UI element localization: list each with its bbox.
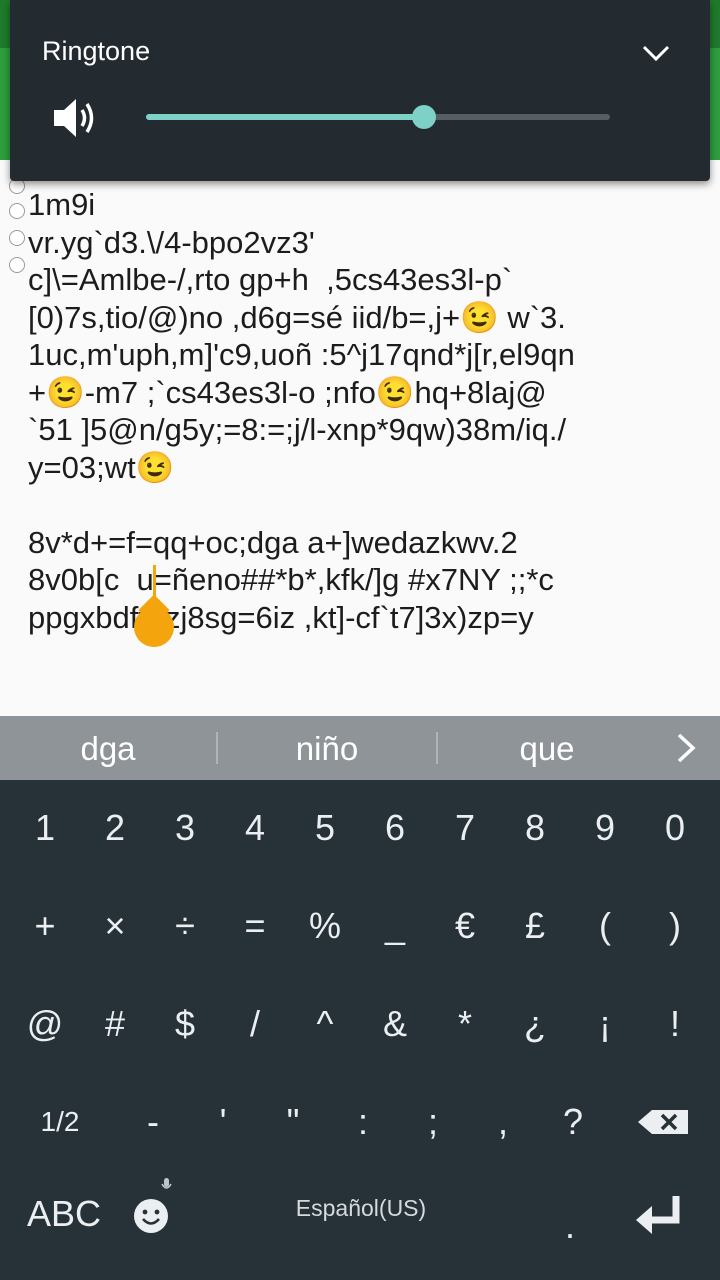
- volume-slider-thumb[interactable]: [412, 105, 437, 129]
- smiley-icon: [134, 1178, 172, 1233]
- key[interactable]: /: [220, 976, 290, 1072]
- abc-key[interactable]: ABC: [0, 1166, 128, 1262]
- key[interactable]: &: [360, 976, 430, 1072]
- symbol-keyboard: ABC Español(US) . 1 2 3 4 5 6 7 8 9 0 + × ÷ =% _ € £() @ #…: [0, 780, 720, 1280]
- key[interactable]: 8: [500, 780, 570, 876]
- suggestion-1[interactable]: dga: [0, 716, 216, 780]
- key[interactable]: ": [258, 1074, 328, 1170]
- key[interactable]: ×: [80, 878, 150, 974]
- more-symbols-key[interactable]: 1/2: [10, 1074, 110, 1170]
- volume-slider[interactable]: [146, 105, 610, 129]
- key[interactable]: 0: [640, 780, 710, 876]
- selection-bullet: [9, 203, 25, 219]
- key[interactable]: 5: [290, 780, 360, 876]
- key[interactable]: +: [10, 878, 80, 974]
- key[interactable]: €: [430, 878, 500, 974]
- suggestion-strip: dga niño que: [0, 716, 720, 780]
- key[interactable]: _: [360, 878, 430, 974]
- speaker-icon[interactable]: [52, 96, 98, 140]
- key[interactable]: 4: [220, 780, 290, 876]
- spacebar[interactable]: Español(US): [176, 1160, 546, 1256]
- key[interactable]: =: [220, 878, 290, 974]
- volume-slider-fill: [146, 114, 425, 120]
- selection-bullet: [9, 230, 25, 246]
- key[interactable]: 3: [150, 780, 220, 876]
- key[interactable]: :: [328, 1074, 398, 1170]
- key[interactable]: %: [290, 878, 360, 974]
- emoji-key[interactable]: [128, 1166, 176, 1262]
- key[interactable]: ): [640, 878, 710, 974]
- key[interactable]: 6: [360, 780, 430, 876]
- key[interactable]: ¿: [500, 976, 570, 1072]
- chevron-right-icon[interactable]: [668, 730, 704, 766]
- chevron-down-icon[interactable]: [640, 38, 672, 68]
- key[interactable]: ¡: [570, 976, 640, 1072]
- key[interactable]: ÷: [150, 878, 220, 974]
- key[interactable]: ^: [290, 976, 360, 1072]
- backspace-key[interactable]: [630, 1074, 700, 1170]
- suggestion-2[interactable]: niño: [218, 716, 436, 780]
- selection-bullet: [9, 257, 25, 273]
- key[interactable]: 7: [430, 780, 500, 876]
- key[interactable]: ,: [468, 1074, 538, 1170]
- key[interactable]: @: [10, 976, 80, 1072]
- key[interactable]: #: [80, 976, 150, 1072]
- key[interactable]: 1: [10, 780, 80, 876]
- key[interactable]: ;: [398, 1074, 468, 1170]
- volume-stream-title: Ringtone: [42, 36, 151, 66]
- key[interactable]: ?: [538, 1074, 608, 1170]
- key[interactable]: !: [640, 976, 710, 1072]
- key[interactable]: 2: [80, 780, 150, 876]
- key[interactable]: 9: [570, 780, 640, 876]
- key[interactable]: ': [188, 1074, 258, 1170]
- editor-text[interactable]: 1m9i vr.yg`d3.\/4-bpo2vz3' c]\=Amlbe-/,r…: [28, 186, 708, 636]
- enter-key[interactable]: [624, 1166, 694, 1262]
- period-key[interactable]: .: [538, 1178, 602, 1274]
- enter-icon: [636, 1196, 680, 1234]
- volume-panel: Ringtone: [10, 0, 710, 181]
- key[interactable]: $: [150, 976, 220, 1072]
- text-editor[interactable]: 1m9i vr.yg`d3.\/4-bpo2vz3' c]\=Amlbe-/,r…: [0, 160, 720, 716]
- suggestion-3[interactable]: que: [438, 716, 656, 780]
- key[interactable]: £: [500, 878, 570, 974]
- backspace-icon: [638, 1110, 688, 1134]
- key[interactable]: *: [430, 976, 500, 1072]
- key[interactable]: -: [118, 1074, 188, 1170]
- key[interactable]: (: [570, 878, 640, 974]
- cursor-handle[interactable]: [134, 607, 174, 647]
